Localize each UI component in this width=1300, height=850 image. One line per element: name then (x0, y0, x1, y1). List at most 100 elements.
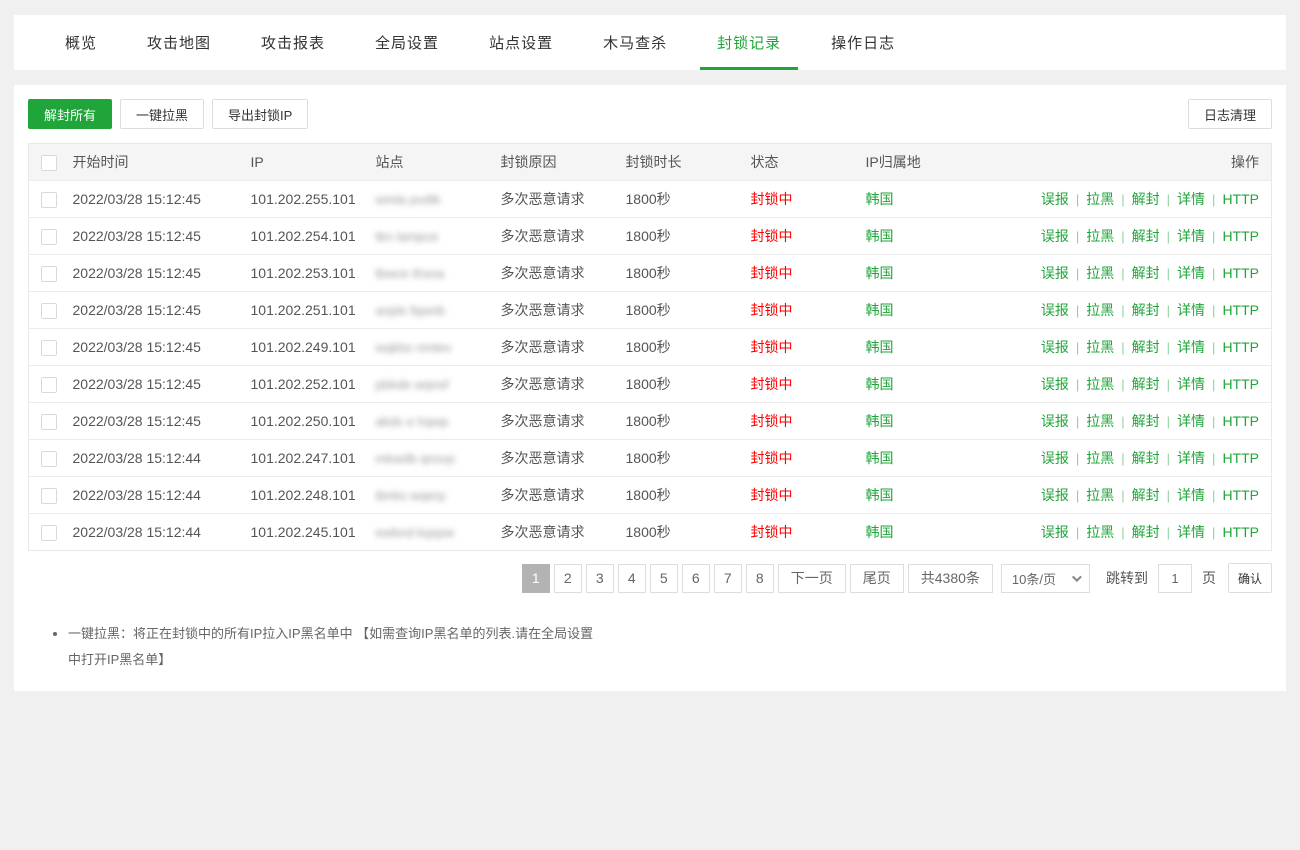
page-button-3[interactable]: 3 (586, 564, 614, 593)
action-link-4[interactable]: 详情 (1177, 450, 1205, 466)
ip-cell: 101.202.249.101 (251, 329, 376, 366)
action-link-1[interactable]: 误报 (1041, 376, 1069, 392)
action-link-3[interactable]: 解封 (1132, 524, 1160, 540)
action-link-3[interactable]: 解封 (1132, 228, 1160, 244)
nav-tab-2[interactable]: 攻击地图 (122, 15, 236, 70)
action-link-5[interactable]: HTTP (1222, 487, 1259, 503)
unblock-all-button[interactable]: 解封所有 (28, 99, 112, 129)
action-link-4[interactable]: 详情 (1177, 413, 1205, 429)
row-checkbox[interactable] (41, 266, 57, 282)
action-link-1[interactable]: 误报 (1041, 487, 1069, 503)
action-link-4[interactable]: 详情 (1177, 265, 1205, 281)
next-page-button[interactable]: 下一页 (778, 564, 846, 593)
action-link-5[interactable]: HTTP (1222, 302, 1259, 318)
row-checkbox[interactable] (41, 377, 57, 393)
nav-tab-3[interactable]: 攻击报表 (236, 15, 350, 70)
action-link-3[interactable]: 解封 (1132, 487, 1160, 503)
action-link-2[interactable]: 拉黑 (1086, 450, 1114, 466)
page-button-8[interactable]: 8 (746, 564, 774, 593)
action-link-1[interactable]: 误报 (1041, 413, 1069, 429)
action-link-3[interactable]: 解封 (1132, 413, 1160, 429)
nav-tab-4[interactable]: 全局设置 (350, 15, 464, 70)
action-link-3[interactable]: 解封 (1132, 191, 1160, 207)
ip-location: 韩国 (866, 524, 894, 540)
action-link-1[interactable]: 误报 (1041, 524, 1069, 540)
page-size-select[interactable]: 10条/页 (1001, 564, 1090, 593)
action-link-4[interactable]: 详情 (1177, 376, 1205, 392)
row-checkbox[interactable] (41, 414, 57, 430)
action-link-2[interactable]: 拉黑 (1086, 302, 1114, 318)
start-time-cell: 2022/03/28 15:12:44 (73, 514, 251, 551)
action-link-4[interactable]: 详情 (1177, 228, 1205, 244)
page-button-6[interactable]: 6 (682, 564, 710, 593)
block-duration-cell: 1800秒 (626, 440, 751, 477)
masked-site-name: wmla pvdtk (376, 192, 441, 207)
action-link-1[interactable]: 误报 (1041, 228, 1069, 244)
column-header: IP归属地 (866, 144, 1023, 181)
action-link-2[interactable]: 拉黑 (1086, 376, 1114, 392)
action-link-2[interactable]: 拉黑 (1086, 413, 1114, 429)
status-badge: 封锁中 (751, 191, 793, 207)
row-checkbox[interactable] (41, 229, 57, 245)
row-checkbox[interactable] (41, 303, 57, 319)
nav-tab-5[interactable]: 站点设置 (464, 15, 578, 70)
action-link-1[interactable]: 误报 (1041, 265, 1069, 281)
action-separator: | (1212, 229, 1215, 244)
action-separator: | (1212, 377, 1215, 392)
action-link-3[interactable]: 解封 (1132, 265, 1160, 281)
action-link-3[interactable]: 解封 (1132, 450, 1160, 466)
action-link-5[interactable]: HTTP (1222, 228, 1259, 244)
action-link-1[interactable]: 误报 (1041, 302, 1069, 318)
select-all-checkbox[interactable] (41, 155, 57, 171)
nav-tab-8[interactable]: 操作日志 (806, 15, 920, 70)
row-checkbox[interactable] (41, 192, 57, 208)
ip-location: 韩国 (866, 450, 894, 466)
page-button-2[interactable]: 2 (554, 564, 582, 593)
action-link-5[interactable]: HTTP (1222, 376, 1259, 392)
nav-tab-7[interactable]: 封锁记录 (692, 15, 806, 70)
action-link-1[interactable]: 误报 (1041, 450, 1069, 466)
nav-tab-6[interactable]: 木马查杀 (578, 15, 692, 70)
action-link-1[interactable]: 误报 (1041, 191, 1069, 207)
action-link-2[interactable]: 拉黑 (1086, 265, 1114, 281)
row-checkbox[interactable] (41, 340, 57, 356)
action-link-5[interactable]: HTTP (1222, 191, 1259, 207)
action-link-2[interactable]: 拉黑 (1086, 228, 1114, 244)
page-button-5[interactable]: 5 (650, 564, 678, 593)
action-link-2[interactable]: 拉黑 (1086, 487, 1114, 503)
row-checkbox[interactable] (41, 488, 57, 504)
action-link-4[interactable]: 详情 (1177, 339, 1205, 355)
top-nav-tabbar: 概览攻击地图攻击报表全局设置站点设置木马查杀封锁记录操作日志 (14, 15, 1286, 70)
action-link-4[interactable]: 详情 (1177, 302, 1205, 318)
page-button-1[interactable]: 1 (522, 564, 550, 593)
confirm-jump-button[interactable]: 确认 (1228, 563, 1272, 593)
row-checkbox[interactable] (41, 451, 57, 467)
block-reason-cell: 多次恶意请求 (501, 292, 626, 329)
action-link-1[interactable]: 误报 (1041, 339, 1069, 355)
export-blocked-ip-button[interactable]: 导出封锁IP (212, 99, 308, 129)
action-link-5[interactable]: HTTP (1222, 339, 1259, 355)
action-link-3[interactable]: 解封 (1132, 339, 1160, 355)
start-time-cell: 2022/03/28 15:12:44 (73, 477, 251, 514)
action-link-3[interactable]: 解封 (1132, 376, 1160, 392)
log-clean-button[interactable]: 日志清理 (1188, 99, 1272, 129)
action-link-2[interactable]: 拉黑 (1086, 191, 1114, 207)
page-button-4[interactable]: 4 (618, 564, 646, 593)
page-button-7[interactable]: 7 (714, 564, 742, 593)
action-link-5[interactable]: HTTP (1222, 450, 1259, 466)
action-link-4[interactable]: 详情 (1177, 191, 1205, 207)
action-link-5[interactable]: HTTP (1222, 524, 1259, 540)
action-link-5[interactable]: HTTP (1222, 413, 1259, 429)
action-link-4[interactable]: 详情 (1177, 487, 1205, 503)
action-link-3[interactable]: 解封 (1132, 302, 1160, 318)
nav-tab-1[interactable]: 概览 (40, 15, 122, 70)
page-size-value: 10条/页 (1012, 569, 1056, 588)
row-checkbox[interactable] (41, 525, 57, 541)
action-link-2[interactable]: 拉黑 (1086, 339, 1114, 355)
blacklist-all-button[interactable]: 一键拉黑 (120, 99, 204, 129)
action-link-4[interactable]: 详情 (1177, 524, 1205, 540)
action-link-5[interactable]: HTTP (1222, 265, 1259, 281)
action-link-2[interactable]: 拉黑 (1086, 524, 1114, 540)
jump-page-input[interactable] (1158, 564, 1192, 593)
last-page-button[interactable]: 尾页 (850, 564, 904, 593)
